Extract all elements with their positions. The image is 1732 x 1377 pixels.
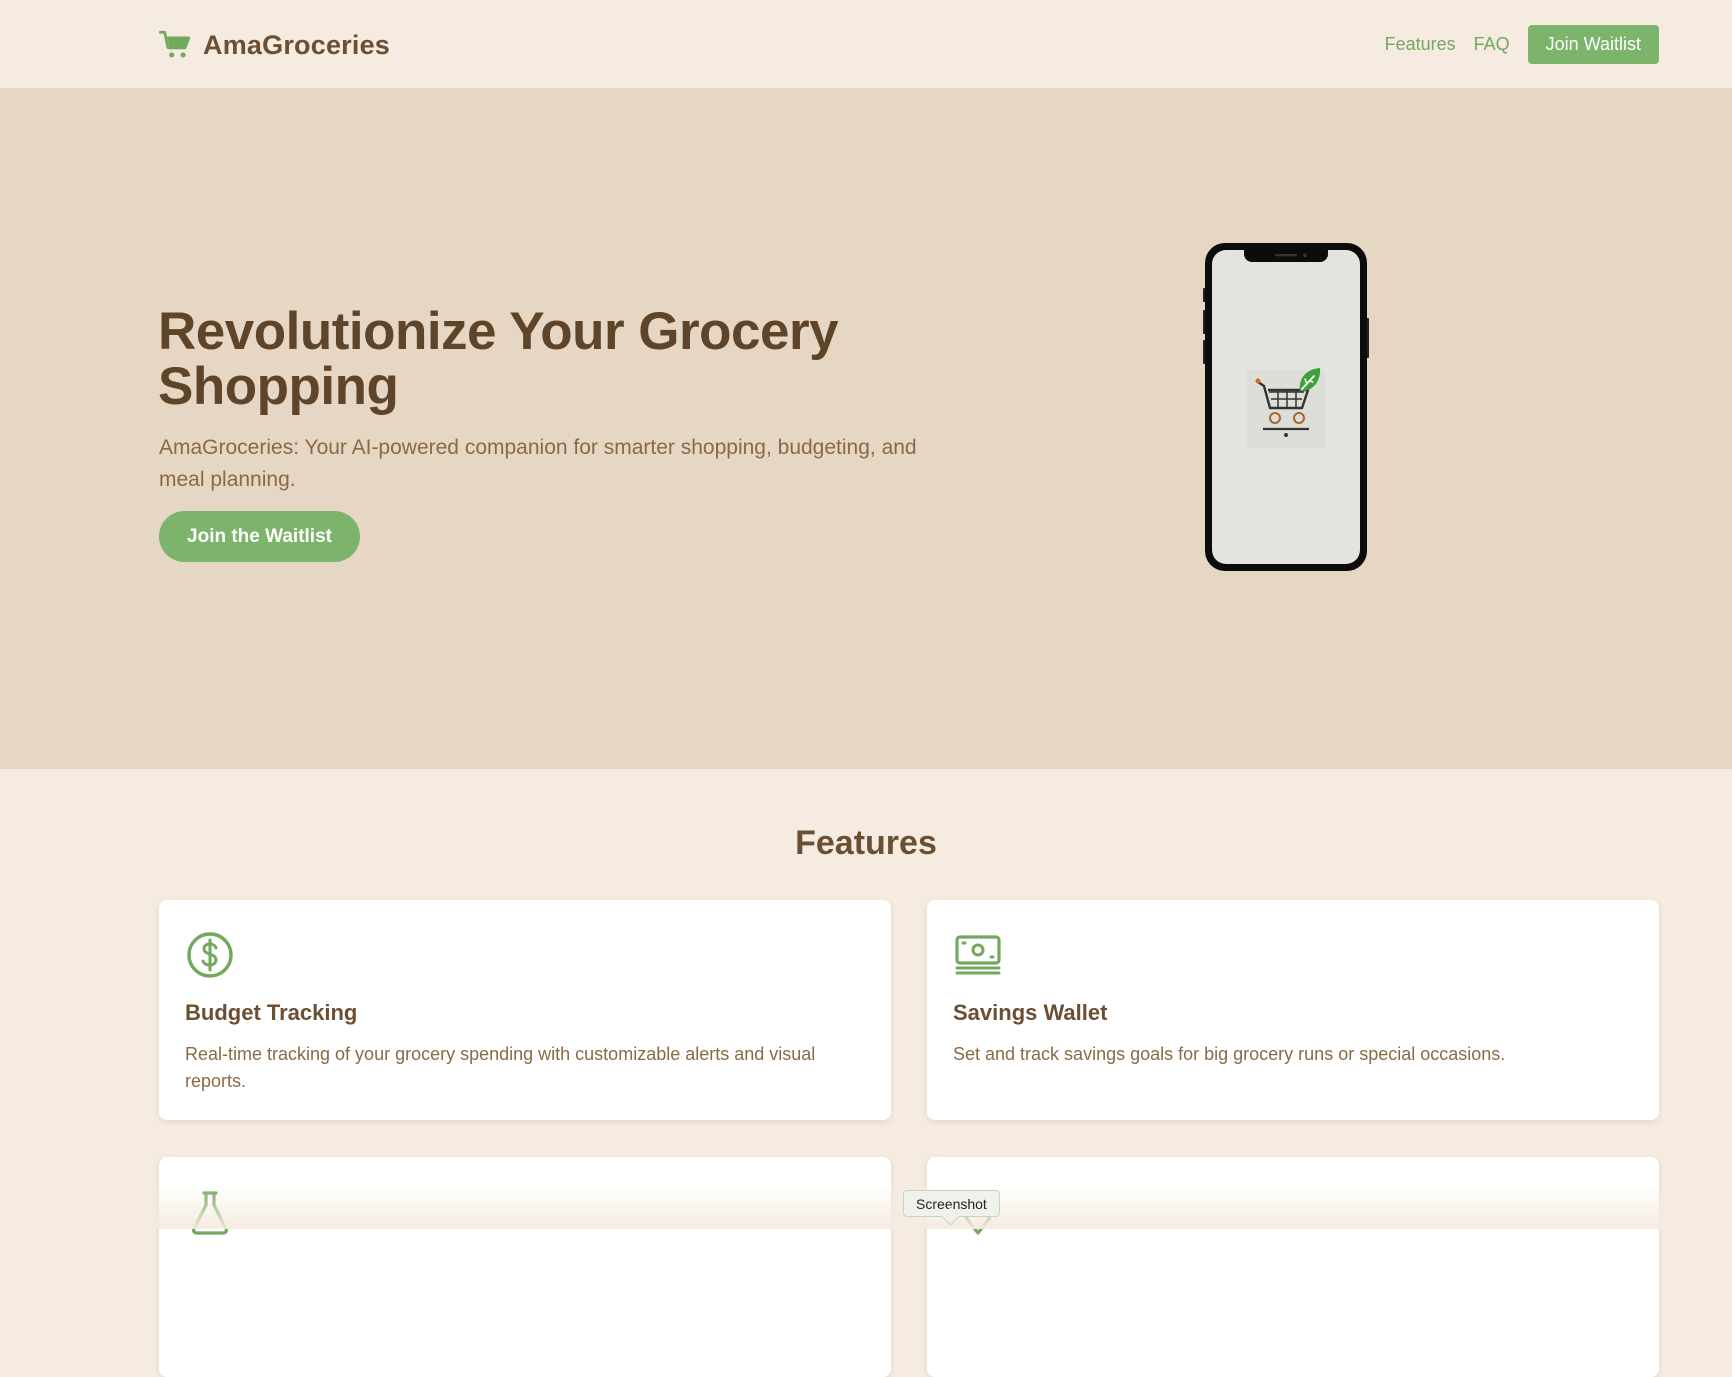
feature-card-title: Budget Tracking: [185, 1000, 358, 1025]
screenshot-tooltip: Screenshot: [903, 1190, 1000, 1217]
features-section: Features Budget Tracking Real-time track…: [0, 769, 1732, 1377]
cart-with-leaf-icon: [1247, 368, 1325, 448]
join-the-waitlist-button[interactable]: Join the Waitlist: [159, 511, 360, 562]
flask-icon: [192, 1191, 228, 1235]
feature-card-3: [159, 1157, 891, 1377]
hero-title: Revolutionize Your Grocery Shopping: [158, 302, 839, 416]
feature-card-4: [927, 1157, 1659, 1377]
feature-card-budget-tracking: Budget Tracking Real-time tracking of yo…: [159, 900, 891, 1120]
brand-logo-link[interactable]: AmaGroceries: [159, 24, 390, 66]
feature-card-description: Real-time tracking of your grocery spend…: [185, 1044, 816, 1091]
shopping-cart-icon: [159, 30, 191, 58]
phone-mockup: [1203, 243, 1369, 571]
feature-card-description: Set and track savings goals for big groc…: [953, 1044, 1506, 1064]
hero-subtitle: AmaGroceries: Your AI-powered companion …: [159, 436, 917, 491]
cash-bills-icon: [955, 935, 1001, 975]
top-navigation-bar: AmaGroceries Features FAQ Join Waitlist: [0, 0, 1732, 89]
brand-name: AmaGroceries: [203, 29, 390, 60]
join-waitlist-nav-button[interactable]: Join Waitlist: [1527, 25, 1659, 64]
dollar-circle-icon: [187, 932, 233, 978]
main-nav: Features FAQ Join Waitlist: [1385, 25, 1659, 64]
feature-card-title: Savings Wallet: [953, 1000, 1108, 1025]
feature-card-savings-wallet: Savings Wallet Set and track savings goa…: [927, 900, 1659, 1120]
features-heading: Features: [795, 824, 937, 862]
hero-section: Revolutionize Your Grocery Shopping AmaG…: [0, 89, 1732, 769]
nav-link-faq[interactable]: FAQ: [1474, 34, 1510, 55]
nav-link-features[interactable]: Features: [1385, 34, 1456, 55]
